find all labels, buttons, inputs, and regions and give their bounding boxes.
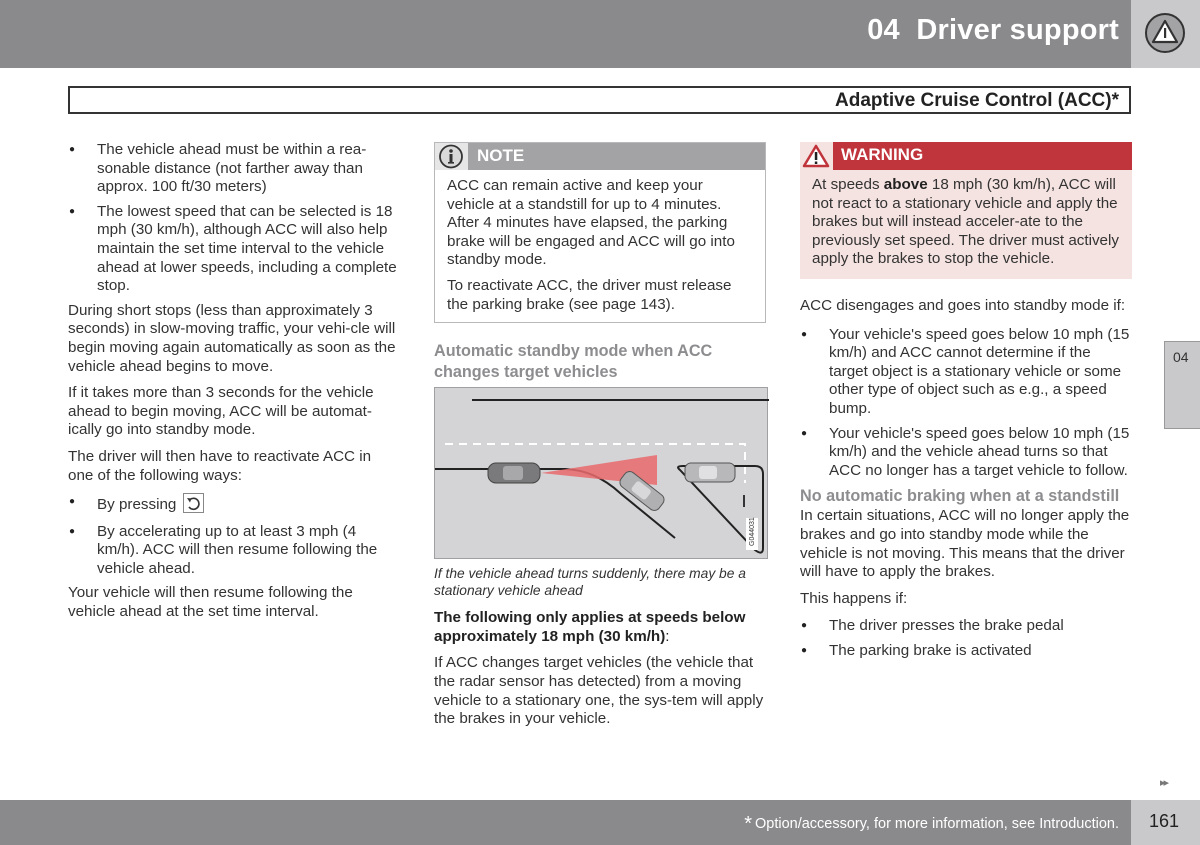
warning-body: At speeds above 18 mph (30 km/h), ACC wi… <box>800 170 1132 279</box>
note-paragraph: To reactivate ACC, the driver must relea… <box>447 276 732 313</box>
chapter-name: Driver support <box>916 14 1119 46</box>
figure-caption: If the vehicle ahead turns suddenly, the… <box>434 566 746 599</box>
list-item: The driver presses the brake pedal <box>800 617 1132 636</box>
list-item: The parking brake is activated <box>800 642 1132 661</box>
warning-label: WARNING <box>841 145 924 164</box>
section-title: Adaptive Cruise Control (ACC)* <box>835 90 1119 111</box>
column-2: NOTE ACC can remain active and keep your… <box>434 142 769 737</box>
list-item: Your vehicle's speed goes below 10 mph (… <box>800 425 1132 481</box>
warning-text-emphasis: above <box>883 176 928 193</box>
info-icon <box>439 144 463 169</box>
bold-lead: The following only applies at speeds bel… <box>434 609 766 646</box>
side-tab-label: 04 <box>1173 349 1189 365</box>
list-item: Your vehicle's speed goes below 10 mph (… <box>800 326 1132 419</box>
list-item: The lowest speed that can be selected is… <box>68 203 398 296</box>
paragraph: The driver will then have to reactivate … <box>68 447 372 484</box>
warning-triangle-circle-icon <box>1145 13 1185 53</box>
footer-bar: * Option/accessory, for more information,… <box>0 800 1131 845</box>
note-body: ACC can remain active and keep your vehi… <box>435 170 765 322</box>
chapter-title: 04 Driver support <box>867 14 1119 47</box>
warning-text: At speeds <box>812 176 884 193</box>
note-header: NOTE <box>435 143 765 170</box>
warning-triangle-icon <box>802 144 830 168</box>
bold-lead-text: The following only applies at speeds bel… <box>434 609 746 645</box>
subheading: Automatic standby mode when ACC changes … <box>434 342 713 382</box>
chapter-header-bar: 04 Driver support <box>0 0 1131 68</box>
list-item: The vehicle ahead must be within a rea-s… <box>68 141 398 197</box>
warning-box: WARNING At speeds above 18 mph (30 km/h)… <box>800 142 1132 279</box>
paragraph: ACC disengages and goes into standby mod… <box>800 296 1126 314</box>
column-1: The vehicle ahead must be within a rea-s… <box>68 141 398 630</box>
paragraph: If ACC changes target vehicles (the vehi… <box>434 654 764 728</box>
paragraph: This happens if: <box>800 589 908 607</box>
chapter-side-tab[interactable]: 04 <box>1164 341 1200 429</box>
paragraph: Your vehicle will then resume following … <box>68 584 353 621</box>
chapter-number: 04 <box>867 14 900 46</box>
paragraph: During short stops (less than approximat… <box>68 301 396 375</box>
road-diagram: G044031 <box>435 399 769 554</box>
note-label: NOTE <box>477 146 525 165</box>
island-marker <box>743 495 745 508</box>
page-number: 161 <box>1149 811 1180 831</box>
page-number-box: 161 <box>1131 800 1200 845</box>
subheading: No automatic braking when at a standstil… <box>800 487 1120 506</box>
list-item-text: By pressing <box>97 496 177 514</box>
figure-code: G044031 <box>749 517 756 546</box>
column-3: WARNING At speeds above 18 mph (30 km/h)… <box>800 142 1132 666</box>
warning-header: WARNING <box>800 142 1132 170</box>
bold-lead-colon: : <box>665 627 670 645</box>
section-title-box: Adaptive Cruise Control (ACC)* <box>68 86 1131 114</box>
resume-arrow-icon <box>186 497 200 511</box>
list-item: By pressing <box>68 493 398 515</box>
footnote-star: * <box>744 813 752 835</box>
resume-button-symbol <box>182 493 204 514</box>
list-item: By accelerating up to at least 3 mph (4 … <box>68 523 398 579</box>
continue-next-page-icon: ▸▸ <box>1160 777 1169 789</box>
paragraph: If it takes more than 3 seconds for the … <box>68 384 374 439</box>
chapter-icon-box <box>1131 0 1200 68</box>
own-vehicle <box>487 462 541 484</box>
footnote: * Option/accessory, for more information,… <box>744 813 1119 836</box>
paragraph: In certain situations, ACC will no longe… <box>800 507 1130 581</box>
stationary-vehicle <box>684 462 736 483</box>
footnote-text: Option/accessory, for more information, … <box>754 816 1119 832</box>
note-box: NOTE ACC can remain active and keep your… <box>434 142 766 324</box>
note-paragraph: ACC can remain active and keep your vehi… <box>447 177 735 269</box>
acc-target-change-illustration: G044031 <box>434 387 769 560</box>
